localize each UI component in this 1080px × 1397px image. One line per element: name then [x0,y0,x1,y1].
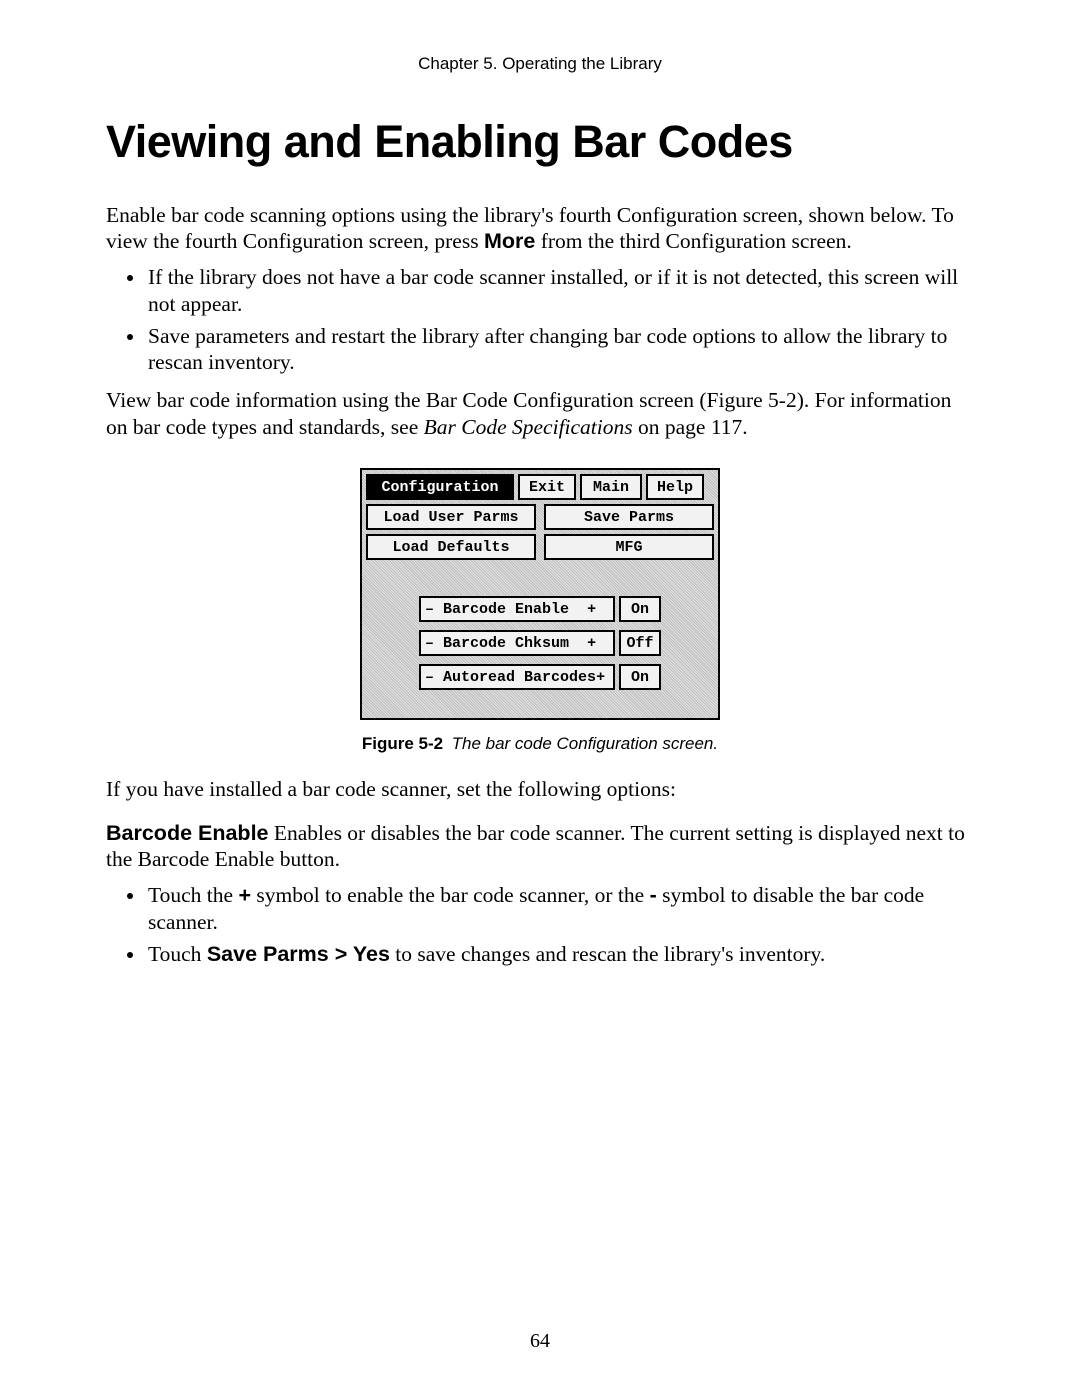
mfg-button[interactable]: MFG [544,534,714,560]
figure-5-2: Configuration Exit Main Help Load User P… [106,468,974,754]
plus-icon[interactable]: + [587,635,596,652]
barcode-chksum-row: – Barcode Chksum + Off [419,630,661,656]
help-button[interactable]: Help [646,474,704,500]
autoread-barcodes-button[interactable]: – Autoread Barcodes+ [419,664,615,690]
screen-options: – Barcode Enable + On – Barcode Chksum +… [366,596,714,690]
main-button[interactable]: Main [580,474,642,500]
opt-label: Barcode Chksum [443,635,569,652]
intro-more-bold: More [484,229,535,253]
barcode-enable-bullets: Touch the + symbol to enable the bar cod… [106,882,974,967]
intro-bullets: If the library does not have a bar code … [106,264,974,375]
save-parms-button[interactable]: Save Parms [544,504,714,530]
screen-row-2: Load User Parms Save Parms [366,504,714,530]
save-parms-bold: Save Parms > Yes [207,942,390,966]
b2b-1: Touch [148,942,207,966]
screen-row-3: Load Defaults MFG [366,534,714,560]
exit-button[interactable]: Exit [518,474,576,500]
figure-caption: Figure 5-2 The bar code Configuration sc… [362,734,718,754]
barcode-chksum-button[interactable]: – Barcode Chksum + [419,630,615,656]
para2-text-2: on page 117. [633,415,748,439]
minus-icon[interactable]: – [425,669,434,686]
config-screen: Configuration Exit Main Help Load User P… [360,468,720,720]
intro-paragraph: Enable bar code scanning options using t… [106,202,974,254]
load-defaults-button[interactable]: Load Defaults [366,534,536,560]
barcode-enable-row: – Barcode Enable + On [419,596,661,622]
opt-label: Autoread Barcodes [443,669,596,686]
para-barcode-info: View bar code information using the Bar … [106,387,974,439]
load-user-parms-button[interactable]: Load User Parms [366,504,536,530]
barcode-chksum-value: Off [619,630,661,656]
barcode-enable-term: Barcode Enable [106,821,269,845]
plus-bold: + [238,883,251,907]
b2a-2: symbol to enable the bar code scanner, o… [251,883,650,907]
bullet-item: Touch the + symbol to enable the bar cod… [146,882,974,934]
minus-icon[interactable]: – [425,601,434,618]
page-number: 64 [0,1330,1080,1353]
bullet-item: Touch Save Parms > Yes to save changes a… [146,941,974,967]
screen-top-row: Configuration Exit Main Help [366,474,714,500]
bullet-item: Save parameters and restart the library … [146,323,974,375]
b2a-1: Touch the [148,883,238,907]
intro-text-2: from the third Configuration screen. [535,229,851,253]
b2b-2: to save changes and rescan the library's… [390,942,825,966]
para-options-intro: If you have installed a bar code scanner… [106,776,974,802]
barcode-enable-value: On [619,596,661,622]
figure-text: The bar code Configuration screen. [452,734,719,753]
para2-italic: Bar Code Specifications [424,415,633,439]
minus-bold: - [650,883,657,907]
configuration-tab[interactable]: Configuration [366,474,514,500]
page-title: Viewing and Enabling Bar Codes [106,116,974,168]
autoread-barcodes-row: – Autoread Barcodes+ On [419,664,661,690]
barcode-enable-button[interactable]: – Barcode Enable + [419,596,615,622]
plus-icon[interactable]: + [587,601,596,618]
barcode-enable-definition: Barcode Enable Enables or disables the b… [106,820,974,872]
plus-icon[interactable]: + [596,669,605,686]
autoread-barcodes-value: On [619,664,661,690]
figure-number: Figure 5-2 [362,734,443,753]
opt-label: Barcode Enable [443,601,569,618]
running-head: Chapter 5. Operating the Library [106,54,974,74]
minus-icon[interactable]: – [425,635,434,652]
bullet-item: If the library does not have a bar code … [146,264,974,316]
